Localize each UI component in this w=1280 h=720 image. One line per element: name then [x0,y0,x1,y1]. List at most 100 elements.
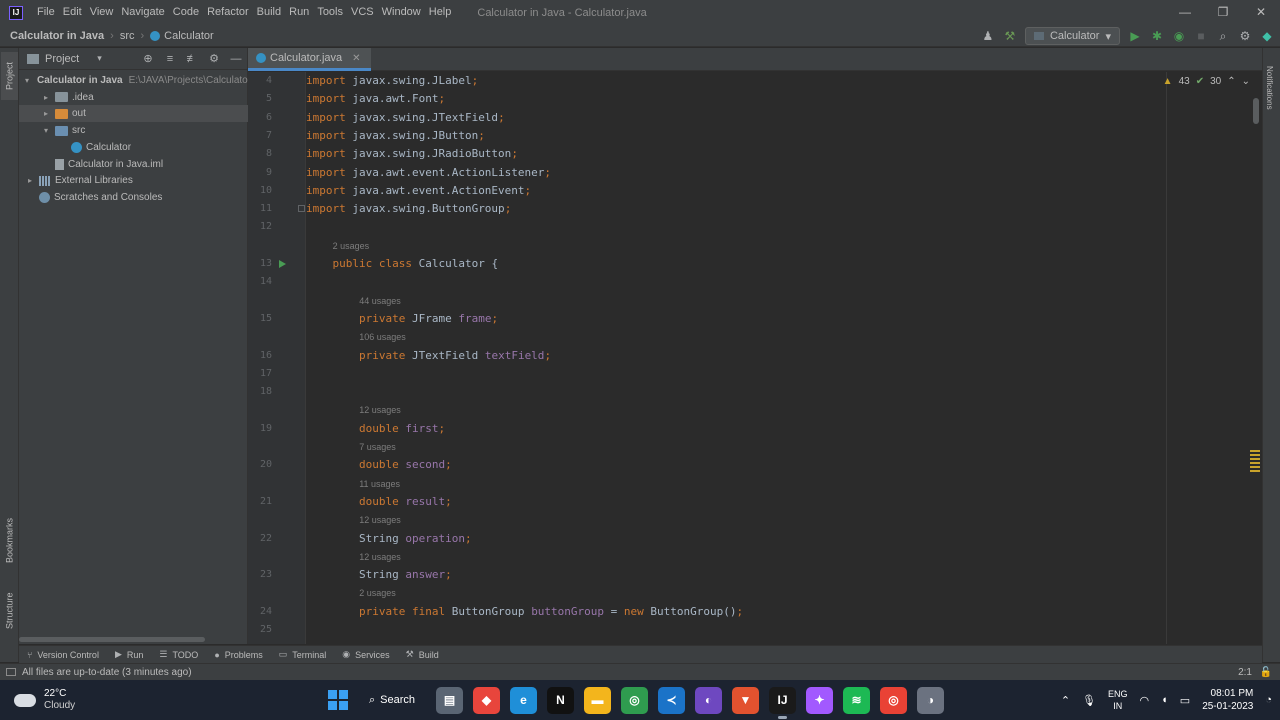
previous-highlight-icon[interactable]: ⌃ [1227,76,1235,87]
edge-app-icon[interactable]: e [510,686,537,714]
code-line[interactable] [306,218,1262,236]
battery-icon[interactable]: ▭ [1180,694,1190,707]
code-line[interactable]: double first; [306,420,1262,438]
code-line[interactable] [306,621,1262,639]
tree-item[interactable]: ▸ External Libraries [19,172,248,189]
code-line[interactable]: String answer; [306,566,1262,584]
file-manager-app-icon[interactable]: ▤ [436,686,463,714]
menu-tools[interactable]: Tools [313,0,347,25]
chevron-down-icon[interactable]: ▾ [97,53,102,64]
github-app-icon[interactable]: ◐ [695,686,722,714]
breadcrumb-file[interactable]: Calculator [164,30,214,42]
coverage-icon[interactable]: ◉ [1172,29,1186,43]
usages-hint[interactable]: 2 usages [333,239,370,253]
stop-icon[interactable]: ■ [1194,29,1208,43]
tree-item[interactable]: Calculator [19,139,248,156]
usages-hint[interactable]: 106 usages [359,330,406,344]
chrome-dev-app-icon[interactable]: ◎ [880,686,907,714]
code-area[interactable]: import javax.swing.JLabel; import java.aw… [306,72,1262,644]
tree-item[interactable]: Calculator in Java.iml [19,156,248,173]
user-icon[interactable]: ♟ [981,29,995,43]
jetbrains-icon[interactable]: ◆ [1260,29,1274,43]
git-app-icon[interactable]: ◆ [473,686,500,714]
warning-stripe-mark[interactable] [1250,466,1260,468]
usages-hint[interactable]: 44 usages [359,294,401,308]
tool-window-version-control[interactable]: ⑂ Version Control [19,650,107,660]
code-line[interactable]: public class Calculator { [306,255,1262,273]
usages-hint[interactable]: 2 usages [359,586,396,600]
warning-stripe-mark[interactable] [1250,462,1260,464]
github-desktop-app-icon[interactable]: ◑ [917,686,944,714]
code-line[interactable]: String operation; [306,530,1262,548]
search-everywhere-icon[interactable]: ⌕ [1216,29,1230,43]
weather-widget[interactable]: 22°C Cloudy [14,688,75,712]
project-panel-title[interactable]: Project [45,53,79,65]
menu-refactor[interactable]: Refactor [203,0,253,25]
settings-gear-icon[interactable]: ⚙ [1238,29,1252,43]
chevron-right-icon[interactable]: ▸ [25,176,35,185]
intellij-app-icon[interactable]: IJ [769,686,796,719]
code-line[interactable]: import java.awt.event.ActionListener; [306,164,1262,182]
run-class-gutter-icon[interactable] [279,260,286,268]
code-line[interactable]: import javax.swing.JButton; [306,127,1262,145]
code-line[interactable] [306,365,1262,383]
menu-navigate[interactable]: Navigate [117,0,168,25]
close-tab-icon[interactable]: ✕ [352,53,360,64]
tool-window-terminal[interactable]: ▭ Terminal [271,649,335,660]
bookmarks-tool-tab[interactable]: Bookmarks [1,510,18,570]
figma-app-icon[interactable]: ✦ [806,686,833,714]
menu-edit[interactable]: Edit [59,0,86,25]
brave-app-icon[interactable]: ▼ [732,686,759,714]
explorer-app-icon[interactable]: ▬ [584,686,611,714]
project-tool-tab[interactable]: Project [1,52,18,100]
tool-window-services[interactable]: ◉ Services [334,649,397,660]
menu-view[interactable]: View [86,0,118,25]
expand-all-icon[interactable]: ≡ [163,52,177,66]
structure-tool-tab[interactable]: Structure [1,584,18,638]
code-line[interactable]: double result; [306,493,1262,511]
menu-code[interactable]: Code [169,0,203,25]
microphone-icon[interactable]: 🎙 [1082,694,1096,707]
horizontal-scrollbar[interactable] [19,637,205,642]
caret-position[interactable]: 2:1 [1238,667,1252,678]
wifi-icon[interactable]: ◠ [1140,694,1150,707]
warning-stripe-mark[interactable] [1250,454,1260,456]
collapse-all-icon[interactable]: ≢ [185,52,199,66]
tree-item[interactable]: ▾ Calculator in Java E:\JAVA\Projects\Calc… [19,72,248,89]
close-window-button[interactable]: ✕ [1242,0,1280,25]
inspection-widget[interactable]: ▲ 43 ✔ 30 ⌃ ⌄ [1163,76,1250,87]
language-indicator[interactable]: ENG IN [1108,688,1128,712]
breadcrumb-project[interactable]: Calculator in Java [10,30,104,42]
menu-vcs[interactable]: VCS [347,0,378,25]
code-line[interactable]: import javax.swing.JTextField; [306,109,1262,127]
clock[interactable]: 08:01 PM 25-01-2023 [1202,687,1253,713]
tool-window-build[interactable]: ⚒ Build [398,649,447,660]
tree-item[interactable]: ▸ .idea [19,89,248,106]
start-button[interactable] [328,690,348,710]
notion-app-icon[interactable]: N [547,686,574,714]
tool-window-problems[interactable]: ● Problems [206,650,270,660]
code-line[interactable]: import java.awt.Font; [306,90,1262,108]
warning-stripe-mark[interactable] [1250,458,1260,460]
line-number-gutter[interactable]: 4 5 6 7 8 9 10 11 12 13 14 15 16 17 18 19 20 21 22 23 24 25 [248,72,306,644]
tab-calculator-java[interactable]: Calculator.java ✕ [248,48,371,71]
breadcrumb-src[interactable]: src [120,30,135,42]
chevron-right-icon[interactable]: ▸ [41,109,51,118]
locate-file-icon[interactable]: ⊕ [141,52,155,66]
usages-hint[interactable]: 12 usages [359,550,401,564]
chrome-app-icon[interactable]: ◎ [621,686,648,714]
hide-panel-icon[interactable]: — [229,52,243,66]
file-lock-icon[interactable]: 🔓 [1260,667,1272,678]
usages-hint[interactable]: 12 usages [359,403,401,417]
vscode-app-icon[interactable]: ≺ [658,686,685,714]
code-line[interactable] [306,383,1262,401]
notifications-tool-tab[interactable]: Notifications [1265,66,1274,110]
code-line[interactable]: import javax.swing.ButtonGroup; [306,200,1262,218]
next-highlight-icon[interactable]: ⌄ [1242,76,1250,87]
vertical-scrollbar[interactable] [1253,98,1259,124]
code-line[interactable]: private JTextField textField; [306,347,1262,365]
tree-item[interactable]: ▾ src [19,122,248,139]
tool-windows-toggle-icon[interactable] [6,668,16,676]
volume-icon[interactable]: ◖ [1161,694,1168,706]
menu-build[interactable]: Build [253,0,285,25]
